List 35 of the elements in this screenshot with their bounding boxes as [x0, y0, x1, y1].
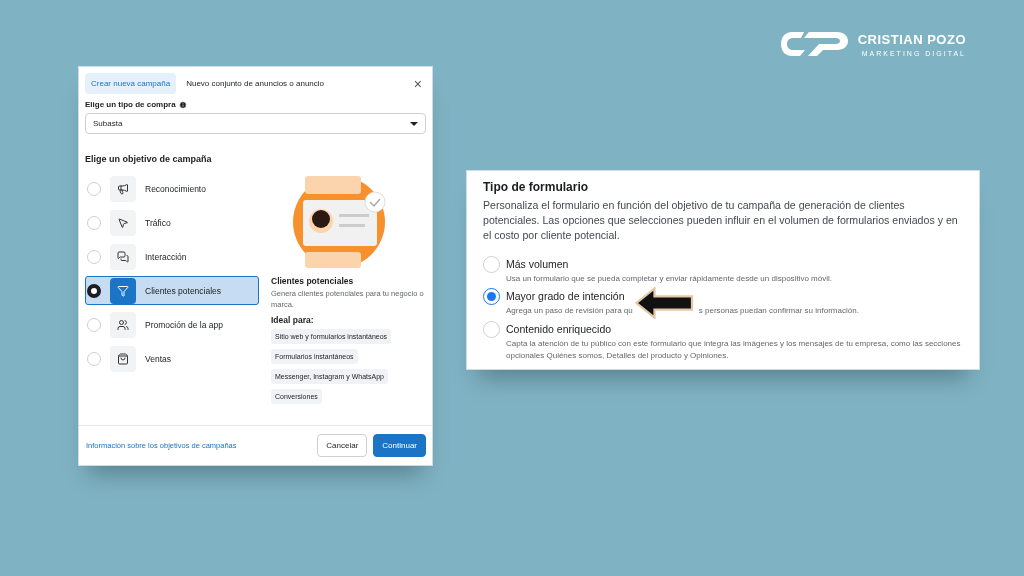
detail-title: Clientes potenciales [271, 276, 355, 286]
objective-icon [110, 277, 136, 304]
objective-icon [110, 209, 136, 236]
buy-type-select[interactable]: Subasta [85, 113, 426, 134]
caret-icon [410, 121, 418, 126]
objective-option[interactable]: Clientes potenciales [85, 276, 259, 305]
option-label: Contenido enriquecido [506, 322, 613, 338]
objective-icon [110, 311, 136, 338]
info-icon [178, 100, 187, 109]
field-label: Elige un tipo de compra [85, 100, 176, 109]
close-button[interactable]: × [411, 75, 424, 92]
option-description: Capta la atención de tu público con este formulario que integra las imágenes y los mensajes de tu empresa, como las secciones opcionales Quiénes somos, Detalles del producto y Opiniones. [506, 338, 962, 362]
option-description: s personas puedan confirmar su información. [698, 305, 859, 318]
section-title: Elige un objetivo de campaña [85, 154, 213, 164]
card-description: Personaliza el formulario en función del objetivo de tu campaña de generación de clientes potenciales. Las opciones que selecciones pueden influir en el volumen de formularios enviados y en el costo por cliente potencial. [483, 197, 959, 244]
option-description: Usa un formulario que se pueda completar y enviar rápidamente desde un dispositivo móvil. [506, 272, 832, 285]
objective-option[interactable]: Ventas [85, 344, 259, 373]
objective-icon [110, 345, 136, 372]
card-title: Tipo de formulario [483, 179, 590, 194]
radio-button[interactable] [87, 283, 101, 298]
tab[interactable]: Nuevo conjunto de anuncios o anuncio [180, 73, 331, 94]
option-label: Mayor grado de intención [506, 289, 626, 305]
ideal-label: Ideal para: [271, 315, 315, 325]
tab[interactable]: Crear nueva campaña [85, 73, 177, 94]
option-description: Agrega un paso de revisión para qu [506, 305, 633, 318]
objective-option[interactable]: Interacción [85, 242, 259, 271]
brand-name: CRISTIAN POZO [857, 31, 966, 47]
continue-button[interactable]: Continuar [373, 434, 426, 457]
objective-icon [110, 175, 136, 202]
option-label: Más volumen [506, 256, 570, 272]
objective-option[interactable]: Tráfico [85, 208, 259, 237]
objective-option[interactable]: Promoción de la app [85, 310, 259, 339]
cancel-button[interactable]: Cancelar [317, 434, 368, 457]
objective-icon [110, 243, 136, 270]
objective-option[interactable]: Reconocimiento [85, 174, 259, 203]
